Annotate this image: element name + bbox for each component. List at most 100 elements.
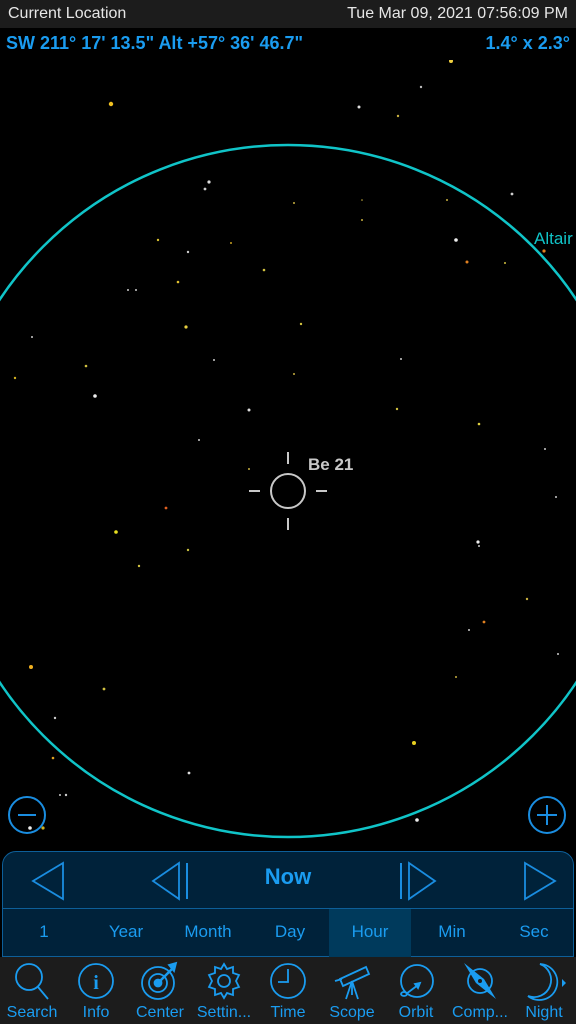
unit-multiplier[interactable]: 1 — [3, 909, 85, 957]
star[interactable] — [31, 336, 33, 338]
star[interactable] — [361, 199, 363, 201]
star[interactable] — [412, 741, 416, 745]
unit-month[interactable]: Month — [167, 909, 249, 957]
star[interactable] — [184, 325, 188, 329]
star[interactable] — [164, 506, 168, 510]
star[interactable] — [213, 359, 215, 361]
datetime-label[interactable]: Tue Mar 09, 2021 07:56:09 PM — [347, 5, 568, 23]
star[interactable] — [248, 468, 250, 470]
unit-sec[interactable]: Sec — [493, 909, 575, 957]
toolbar-scope[interactable]: Scope — [320, 957, 384, 1024]
minus-icon — [18, 814, 36, 816]
star[interactable] — [137, 564, 141, 568]
star[interactable] — [396, 114, 400, 118]
target-label[interactable]: Be 21 — [308, 455, 353, 474]
step-forward-icon — [400, 861, 437, 901]
star[interactable] — [187, 771, 191, 775]
altair-fov-circle — [0, 143, 576, 839]
star[interactable] — [51, 756, 55, 760]
coordinate-bar: SW 211° 17' 13.5" Alt +57° 36' 46.7" 1.4… — [0, 28, 576, 60]
svg-text:i: i — [93, 972, 99, 994]
unit-year[interactable]: Year — [85, 909, 167, 957]
star[interactable] — [482, 620, 486, 624]
star[interactable] — [247, 408, 251, 412]
star[interactable] — [555, 496, 557, 498]
sky-chart[interactable]: Altair Be 21 — [0, 60, 576, 850]
star[interactable] — [454, 238, 458, 242]
star[interactable] — [299, 322, 303, 326]
star[interactable] — [13, 376, 17, 380]
star[interactable] — [93, 394, 97, 398]
star[interactable] — [476, 540, 480, 544]
star[interactable] — [400, 358, 402, 360]
status-header: Current Location Tue Mar 09, 2021 07:56:… — [0, 0, 576, 28]
gear-icon — [207, 962, 241, 1000]
telescope-icon — [334, 965, 371, 1000]
star[interactable] — [198, 439, 200, 441]
unit-hour[interactable]: Hour — [329, 909, 411, 957]
star[interactable] — [207, 180, 211, 184]
step-back-fast-button[interactable] — [23, 858, 73, 901]
star[interactable] — [449, 60, 453, 63]
toolbar-info[interactable]: i Info — [64, 957, 128, 1024]
star[interactable] — [186, 250, 190, 254]
star[interactable] — [59, 794, 61, 796]
star[interactable] — [262, 268, 266, 272]
pointing-coordinates: SW 211° 17' 13.5" Alt +57° 36' 46.7" — [6, 33, 304, 53]
star[interactable] — [29, 665, 33, 669]
star[interactable] — [156, 238, 160, 242]
star[interactable] — [557, 653, 559, 655]
star[interactable] — [127, 289, 129, 291]
star[interactable] — [525, 597, 529, 601]
toolbar-night[interactable]: Night — [512, 957, 576, 1024]
star[interactable] — [361, 219, 363, 221]
star[interactable] — [203, 187, 207, 191]
star[interactable] — [176, 280, 180, 284]
star[interactable] — [293, 202, 295, 204]
star[interactable] — [468, 629, 470, 631]
unit-min[interactable]: Min — [411, 909, 493, 957]
clock-icon — [270, 963, 306, 999]
star[interactable] — [395, 407, 399, 411]
toolbar-time[interactable]: Time — [256, 957, 320, 1024]
star[interactable] — [53, 716, 57, 720]
star[interactable] — [415, 818, 419, 822]
star[interactable] — [135, 289, 137, 291]
toolbar-search[interactable]: Search — [0, 957, 64, 1024]
toolbar-orbit[interactable]: Orbit — [384, 957, 448, 1024]
toolbar-compass[interactable]: Comp... — [448, 957, 512, 1024]
star[interactable] — [108, 101, 114, 107]
star[interactable] — [114, 530, 118, 534]
star[interactable] — [477, 422, 481, 426]
location-label[interactable]: Current Location — [8, 5, 126, 23]
star[interactable] — [64, 793, 68, 797]
star[interactable] — [84, 364, 88, 368]
star[interactable] — [542, 249, 546, 253]
step-forward-button[interactable] — [389, 858, 439, 901]
zoom-out-button[interactable] — [8, 796, 46, 834]
moon-icon — [527, 963, 566, 1001]
star[interactable] — [478, 545, 480, 547]
star[interactable] — [293, 373, 295, 375]
now-button[interactable]: Now — [233, 864, 343, 890]
star[interactable] — [357, 105, 361, 109]
step-back-icon — [151, 861, 188, 901]
star[interactable] — [102, 687, 106, 691]
star[interactable] — [465, 260, 469, 264]
star[interactable] — [186, 548, 190, 552]
star[interactable] — [544, 448, 546, 450]
toolbar-center[interactable]: Center — [128, 957, 192, 1024]
star[interactable] — [504, 262, 506, 264]
star[interactable] — [446, 199, 448, 201]
step-forward-fast-button[interactable] — [515, 858, 565, 901]
star[interactable] — [510, 192, 514, 196]
star[interactable] — [419, 85, 423, 89]
bottom-toolbar: Search i Info Center Settin... Time Scop… — [0, 957, 576, 1024]
zoom-in-button[interactable] — [528, 796, 566, 834]
star[interactable] — [455, 676, 457, 678]
toolbar-settings[interactable]: Settin... — [192, 957, 256, 1024]
step-back-button[interactable] — [143, 858, 193, 901]
altair-label[interactable]: Altair — [534, 229, 573, 248]
unit-day[interactable]: Day — [249, 909, 331, 957]
star[interactable] — [230, 242, 232, 244]
